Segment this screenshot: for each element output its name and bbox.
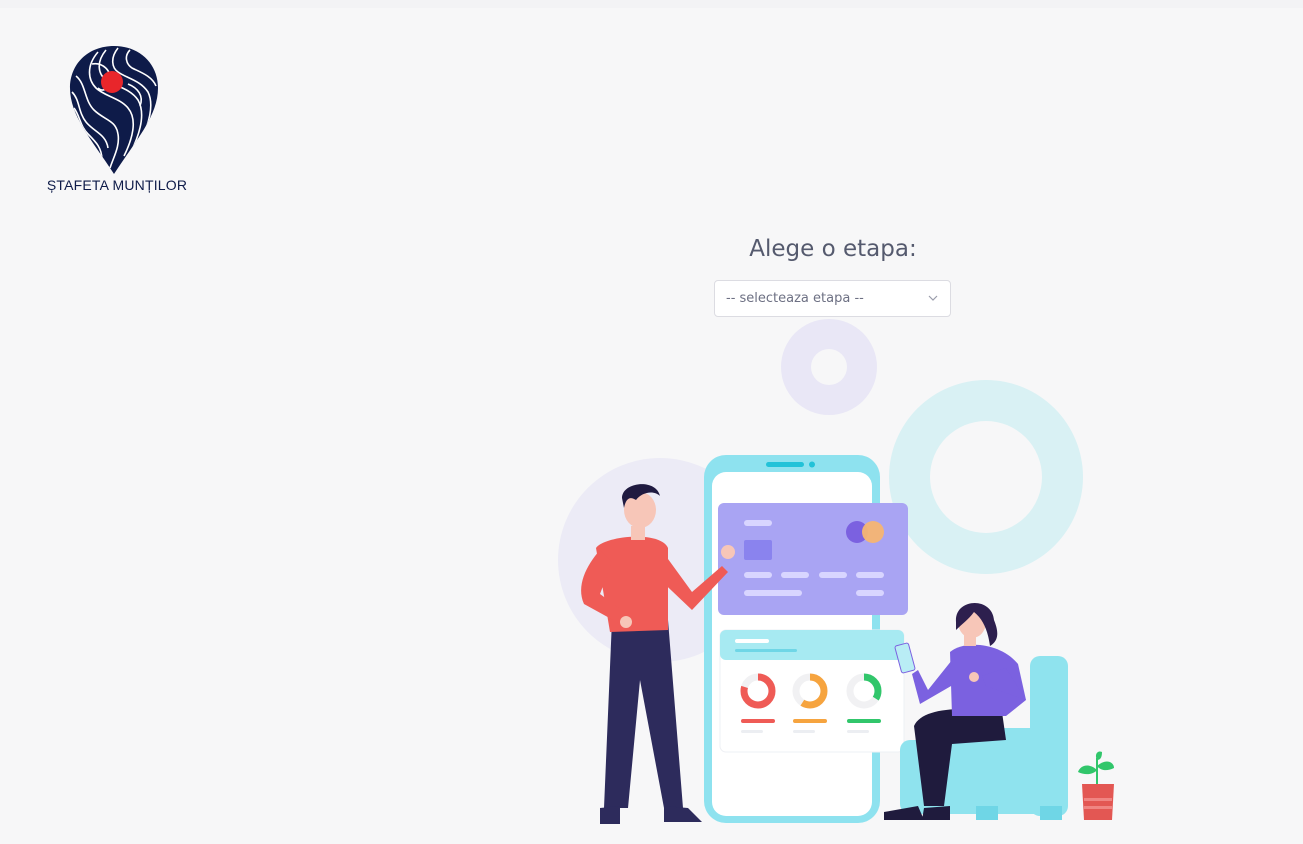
stage-prompt: Alege o etapa: — [749, 236, 917, 262]
stage-select[interactable]: -- selecteaza etapa -- — [714, 280, 951, 317]
people-mobile-payment-illustration — [558, 319, 1114, 824]
map-pin-topographic-icon — [70, 46, 158, 174]
top-bar — [0, 0, 1303, 8]
brand-logo[interactable]: ȘTAFETA MUNȚILOR — [46, 44, 188, 196]
chevron-down-icon — [928, 295, 938, 301]
brand-name: ȘTAFETA MUNȚILOR — [46, 177, 188, 193]
stage-select-value: -- selecteaza etapa -- — [726, 291, 864, 306]
